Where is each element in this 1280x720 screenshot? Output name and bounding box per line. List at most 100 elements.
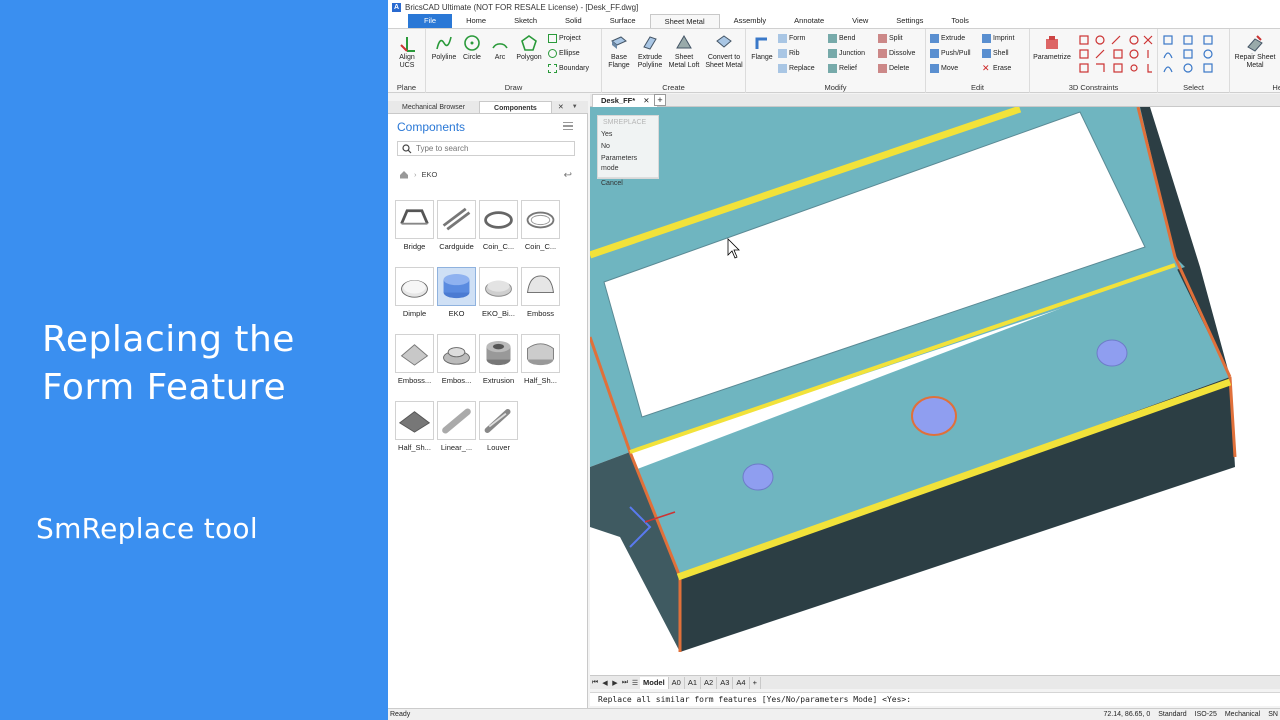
form-feature-left[interactable] [742,463,774,491]
convert-sheet-metal-button[interactable]: Convert to Sheet Metal [702,33,746,70]
tab-home[interactable]: Home [452,14,500,28]
menu-item-parameters-mode[interactable]: Parameters mode [598,153,658,175]
component-item[interactable]: Louver [478,401,519,461]
hamburger-menu-icon[interactable] [563,122,573,130]
polygon-button[interactable]: Polygon [514,33,544,62]
eko-icon [437,267,476,306]
next-layout-icon[interactable]: ▶ [610,679,620,687]
dissolve-button[interactable]: Dissolve [878,49,915,58]
extrude-button[interactable]: Extrude [930,34,965,43]
status-workspace[interactable]: Mechanical [1225,709,1260,720]
component-item[interactable]: Extrusion [478,334,519,394]
menu-item-cancel[interactable]: Cancel [598,177,658,190]
tab-surface[interactable]: Surface [596,14,650,28]
layout-tab-a3[interactable]: A3 [717,676,734,689]
base-flange-button[interactable]: Base Flange [604,33,634,70]
breadcrumb-current[interactable]: EKO [422,170,438,179]
component-item[interactable]: Coin_C... [478,200,519,260]
layout-tab-a1[interactable]: A1 [685,676,702,689]
component-item[interactable]: Cardguide [436,200,477,260]
constraint-tools[interactable] [1078,34,1154,74]
layout-list-icon[interactable]: ☰ [630,679,640,687]
tab-sketch[interactable]: Sketch [500,14,551,28]
prev-layout-icon[interactable]: ◀ [600,679,610,687]
component-item[interactable]: Dimple [394,267,435,327]
select-icons[interactable] [1162,34,1226,74]
search-box[interactable] [397,141,575,156]
tab-view[interactable]: View [838,14,882,28]
tab-sheet-metal[interactable]: Sheet Metal [649,14,720,28]
replace-button[interactable]: Replace [778,64,815,73]
project-button[interactable]: Project [548,34,581,43]
component-item[interactable]: Emboss... [394,334,435,394]
tab-tools[interactable]: Tools [937,14,983,28]
push-pull-button[interactable]: Push/Pull [930,49,971,58]
add-layout-icon[interactable]: + [750,676,761,689]
model-viewport[interactable] [590,107,1280,675]
panel-menu-icon[interactable]: ▼ [572,101,578,113]
last-layout-icon[interactable]: ⏭ [620,679,630,687]
component-item[interactable]: Half_Sh... [520,334,561,394]
component-item[interactable]: Linear_... [436,401,477,461]
boundary-button[interactable]: Boundary [548,64,589,73]
status-dim-style[interactable]: ISO-25 [1195,709,1217,720]
tab-solid[interactable]: Solid [551,14,596,28]
status-extra[interactable]: SN [1268,709,1278,720]
document-tab[interactable]: Desk_FF* ✕ [592,94,659,107]
circle-button[interactable]: Circle [458,33,486,62]
bend-button[interactable]: Bend [828,34,855,43]
layout-tab-a2[interactable]: A2 [701,676,718,689]
arc-button[interactable]: Arc [486,33,514,62]
tab-assembly[interactable]: Assembly [720,14,781,28]
erase-button[interactable]: ✕ Erase [982,64,1011,73]
split-button[interactable]: Split [878,34,903,43]
component-item[interactable]: EKO_Bi... [478,267,519,327]
close-panel-icon[interactable]: ✕ [558,101,564,113]
close-tab-icon[interactable]: ✕ [643,96,649,105]
component-item[interactable]: Emboss [520,267,561,327]
component-item[interactable]: Half_Sh... [394,401,435,461]
delete-button[interactable]: Delete [878,64,909,73]
ellipse-button[interactable]: Ellipse [548,49,580,58]
align-ucs-button[interactable]: Align UCS [392,33,422,70]
polyline-button[interactable]: Polyline [430,33,458,62]
shell-button[interactable]: Shell [982,49,1009,58]
new-tab-icon[interactable]: + [654,94,666,106]
relief-button[interactable]: Relief [828,64,857,73]
promo-panel: Replacing the Form Feature SmReplace too… [0,0,388,720]
layout-tab-a0[interactable]: A0 [669,676,685,689]
component-item[interactable]: Embos... [436,334,477,394]
search-input[interactable] [416,144,566,153]
tab-components[interactable]: Components [479,101,552,113]
command-line[interactable]: Replace all similar form features [Yes/N… [590,692,1280,706]
form-feature-selected[interactable] [911,396,957,436]
layout-tab-model[interactable]: Model [640,676,669,689]
parametrize-button[interactable]: Parametrize [1032,33,1072,62]
flange-button[interactable]: Flange [748,33,776,62]
tab-settings[interactable]: Settings [882,14,937,28]
menu-item-yes[interactable]: Yes [598,129,658,141]
tab-file[interactable]: File [408,14,453,28]
rib-button[interactable]: Rib [778,49,800,58]
tab-annotate[interactable]: Annotate [780,14,838,28]
form-button[interactable]: Form [778,34,805,43]
layout-tab-a4[interactable]: A4 [733,676,750,689]
component-item[interactable]: EKO [436,267,477,327]
extrude-polyline-button[interactable]: Extrude Polyline [634,33,666,70]
repair-sheet-metal-button[interactable]: Repair Sheet Metal [1232,33,1278,70]
breadcrumb-separator-icon: › [414,170,417,179]
tab-mechanical-browser[interactable]: Mechanical Browser [388,101,479,113]
component-item[interactable]: Bridge [394,200,435,260]
status-text-style[interactable]: Standard [1158,709,1186,720]
menu-item-no[interactable]: No [598,141,658,153]
back-arrow-icon[interactable]: ↩ [564,170,572,181]
move-button[interactable]: Move [930,64,958,73]
component-item[interactable]: Coin_C... [520,200,561,260]
first-layout-icon[interactable]: ⏮ [590,679,600,687]
breadcrumb: › EKO [399,170,437,179]
junction-button[interactable]: Junction [828,49,865,58]
imprint-button[interactable]: Imprint [982,34,1014,43]
home-icon[interactable] [399,170,409,179]
sheet-metal-loft-button[interactable]: Sheet Metal Loft [666,33,702,70]
form-feature-right[interactable] [1096,339,1128,367]
